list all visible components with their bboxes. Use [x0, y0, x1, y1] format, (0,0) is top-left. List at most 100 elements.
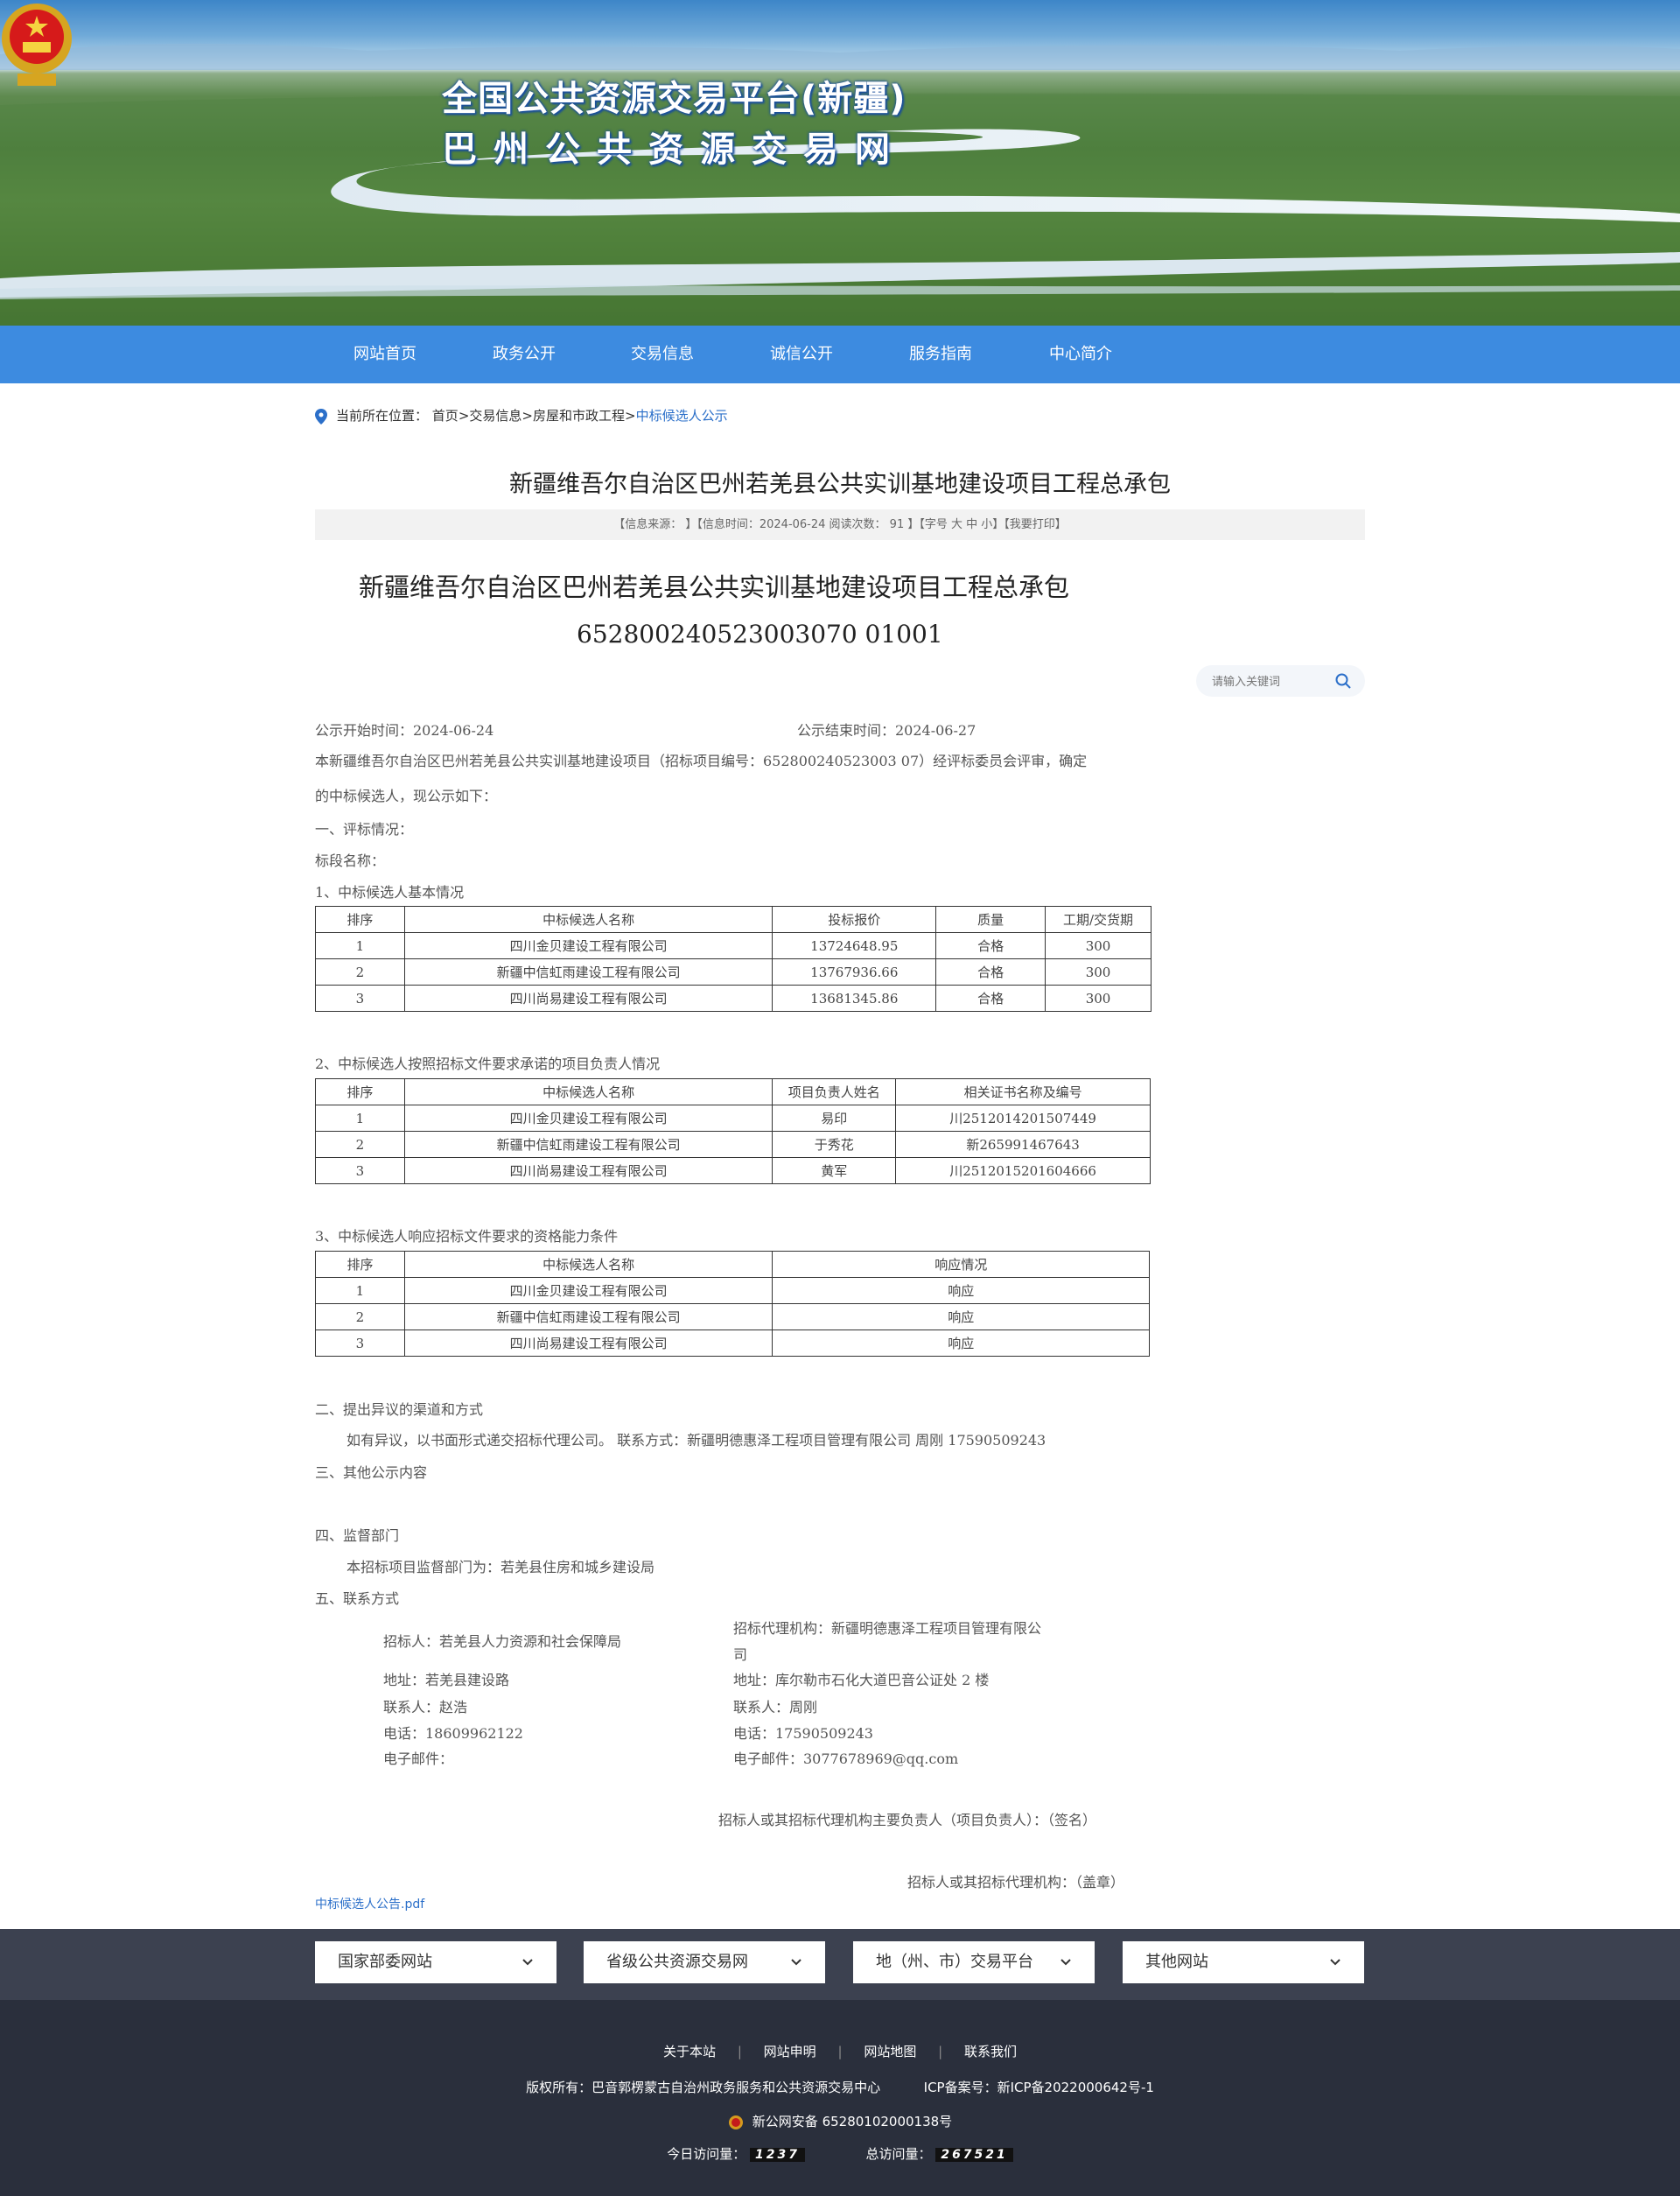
end-time: 公示结束时间：2024-06-27 — [797, 722, 976, 739]
footer-copyright-row: 版权所有：巴音郭楞蒙古自治州政务服务和公共资源交易中心 ICP备案号：新ICP备… — [0, 2078, 1680, 2096]
table1-title: 1、中标候选人基本情况 — [315, 884, 465, 901]
table-row: 3 四川尚易建设工程有限公司 黄军 川2512015201604666 — [315, 1157, 1151, 1184]
header-banner: 全国公共资源交易平台(新疆) 巴州公共资源交易网 — [0, 0, 1680, 326]
site-title-line2: 巴州公共资源交易网 — [442, 130, 906, 170]
national-emblem-icon — [2, 4, 72, 86]
table-cell: 3 — [315, 985, 405, 1012]
breadcrumb-prefix: 当前所在位置： — [336, 408, 429, 424]
table-row: 2 新疆中信虹雨建设工程有限公司 响应 — [315, 1303, 1150, 1330]
icp-record[interactable]: ICP备案号：新ICP备2022000642号-1 — [924, 2080, 1154, 2095]
table-cell: 新疆中信虹雨建设工程有限公司 — [403, 1131, 774, 1158]
table-cell: 黄军 — [772, 1157, 897, 1184]
table-cell: 13724648.95 — [772, 932, 937, 959]
table2-title: 2、中标候选人按照招标文件要求承诺的项目负责人情况 — [315, 1056, 661, 1072]
select-label: 省级公共资源交易网 — [606, 1953, 748, 1971]
table-cell: 响应 — [772, 1330, 1150, 1357]
table-header-row: 排序 中标候选人名称 投标报价 质量 工期/交货期 — [315, 906, 1152, 933]
section-evaluation: 一、评标情况： — [315, 821, 414, 838]
table-header: 质量 — [935, 906, 1046, 933]
nav-home[interactable]: 网站首页 — [315, 326, 455, 383]
table-cell: 川2512014201507449 — [895, 1105, 1151, 1132]
nav-gov-affairs[interactable]: 政务公开 — [454, 326, 594, 383]
table-cell: 1 — [315, 1105, 405, 1132]
divider: | — [737, 2044, 742, 2059]
table-cell: 3 — [315, 1330, 405, 1357]
nav-service-guide[interactable]: 服务指南 — [871, 326, 1011, 383]
table-cell: 合格 — [935, 958, 1046, 986]
table-cell: 四川尚易建设工程有限公司 — [403, 1157, 774, 1184]
site-title-line1: 全国公共资源交易平台(新疆) — [442, 79, 906, 119]
table-row: 2 新疆中信虹雨建设工程有限公司 13767936.66 合格 300 — [315, 958, 1152, 986]
article-title: 新疆维吾尔自治区巴州若羌县公共实训基地建设项目工程总承包 — [509, 471, 1171, 498]
footer-link-about[interactable]: 关于本站 — [663, 2044, 716, 2059]
table-cell: 合格 — [935, 932, 1046, 959]
breadcrumb-home[interactable]: 首页 — [432, 408, 458, 424]
table-cell: 3 — [315, 1157, 405, 1184]
nav-center-intro[interactable]: 中心简介 — [1011, 326, 1151, 383]
police-record[interactable]: 新公网安备 65280102000138号 — [752, 2114, 952, 2129]
breadcrumb-sep: > — [625, 408, 636, 424]
section-contact: 五、联系方式 — [315, 1590, 400, 1607]
footer-link-statement[interactable]: 网站申明 — [764, 2044, 816, 2059]
lot-name: 标段名称： — [315, 852, 386, 869]
table-cell: 新疆中信虹雨建设工程有限公司 — [403, 1303, 774, 1330]
table-cell: 300 — [1045, 985, 1152, 1012]
police-badge-icon — [728, 2115, 743, 2129]
table-header: 排序 — [315, 1078, 405, 1105]
related-sites-bar — [0, 1929, 1680, 2000]
breadcrumb-current[interactable]: 中标候选人公示 — [636, 408, 728, 424]
supervision-text: 本招标项目监督部门为：若羌县住房和城乡建设局 — [346, 1559, 655, 1575]
select-label: 其他网站 — [1145, 1953, 1208, 1971]
qualification-table: 排序 中标候选人名称 响应情况 1 四川金贝建设工程有限公司 响应 2 新疆中信… — [315, 1251, 1150, 1357]
divider: | — [938, 2044, 943, 2059]
table-cell: 于秀花 — [772, 1131, 897, 1158]
table-header-row: 排序 中标候选人名称 项目负责人姓名 相关证书名称及编号 — [315, 1078, 1151, 1105]
select-other-sites[interactable]: 其他网站 — [1123, 1941, 1364, 1983]
section-other: 三、其他公示内容 — [315, 1464, 428, 1481]
seal-line: 招标人或其招标代理机构：（盖章） — [907, 1874, 1125, 1891]
article-meta: 【信息来源： 】【信息时间：2024-06-24 阅读次数： 91 】【字号 大… — [315, 509, 1365, 540]
tenderer: 招标人：若羌县人力资源和社会保障局 — [383, 1633, 622, 1650]
search-box — [1196, 665, 1365, 697]
table-row: 1 四川金贝建设工程有限公司 响应 — [315, 1277, 1150, 1304]
chevron-down-icon — [1060, 1959, 1071, 1966]
breadcrumb-trade-info[interactable]: 交易信息 — [469, 408, 522, 424]
nav-credit[interactable]: 诚信公开 — [732, 326, 872, 383]
project-leader-table: 排序 中标候选人名称 项目负责人姓名 相关证书名称及编号 1 四川金贝建设工程有… — [315, 1078, 1151, 1184]
select-label: 国家部委网站 — [338, 1953, 432, 1971]
location-pin-icon — [315, 408, 327, 424]
table-row: 3 四川尚易建设工程有限公司 13681345.86 合格 300 — [315, 985, 1152, 1012]
select-national-ministries[interactable]: 国家部委网站 — [315, 1941, 556, 1983]
copyright: 版权所有：巴音郭楞蒙古自治州政务服务和公共资源交易中心 — [526, 2080, 881, 2095]
tenderer-contact: 联系人：赵浩 — [383, 1699, 468, 1715]
select-provincial-exchanges[interactable]: 省级公共资源交易网 — [584, 1941, 825, 1983]
agency-cont: 司 — [733, 1646, 748, 1663]
footer-police-row: 新公网安备 65280102000138号 — [0, 2112, 1680, 2130]
start-time: 公示开始时间：2024-06-24 — [315, 722, 494, 739]
table-cell: 四川金贝建设工程有限公司 — [403, 1105, 774, 1132]
table-header: 中标候选人名称 — [403, 906, 774, 933]
select-prefecture-platforms[interactable]: 地（州、市）交易平台 — [853, 1941, 1095, 1983]
select-label: 地（州、市）交易平台 — [876, 1953, 1033, 1971]
signature-line: 招标人或其招标代理机构主要负责人（项目负责人）：（签名） — [718, 1812, 1097, 1828]
search-input[interactable] — [1210, 672, 1336, 691]
section-supervision: 四、监督部门 — [315, 1527, 400, 1544]
chevron-down-icon — [522, 1959, 533, 1966]
main-nav: 网站首页 政务公开 交易信息 诚信公开 服务指南 中心简介 — [0, 326, 1680, 697]
search-icon[interactable] — [1334, 672, 1352, 690]
table-header: 响应情况 — [772, 1251, 1150, 1278]
table-cell: 四川金贝建设工程有限公司 — [403, 932, 774, 959]
table-row: 1 四川金贝建设工程有限公司 易印 川2512014201507449 — [315, 1105, 1151, 1132]
nav-trade-info[interactable]: 交易信息 — [592, 326, 732, 383]
footer-link-sitemap[interactable]: 网站地图 — [864, 2044, 916, 2059]
footer-link-contact[interactable]: 联系我们 — [964, 2044, 1017, 2059]
tenderer-phone: 电话：18609962122 — [383, 1725, 523, 1742]
breadcrumb-sep: > — [458, 408, 470, 424]
table-header: 工期/交货期 — [1045, 906, 1152, 933]
visit-counter-row: 今日访问量： 1237 总访问量： 267521 — [0, 2144, 1680, 2163]
attachment-link[interactable]: 中标候选人公告.pdf — [315, 1895, 424, 1912]
objection-text: 如有异议，以书面形式递交招标代理公司。 联系方式：新疆明德惠泽工程项目管理有限公… — [346, 1432, 1046, 1449]
breadcrumb-housing[interactable]: 房屋和市政工程 — [533, 408, 625, 424]
total-visits-label: 总访问量： — [865, 2146, 932, 2162]
agency: 招标代理机构：新疆明德惠泽工程项目管理有限公 — [733, 1620, 1042, 1637]
